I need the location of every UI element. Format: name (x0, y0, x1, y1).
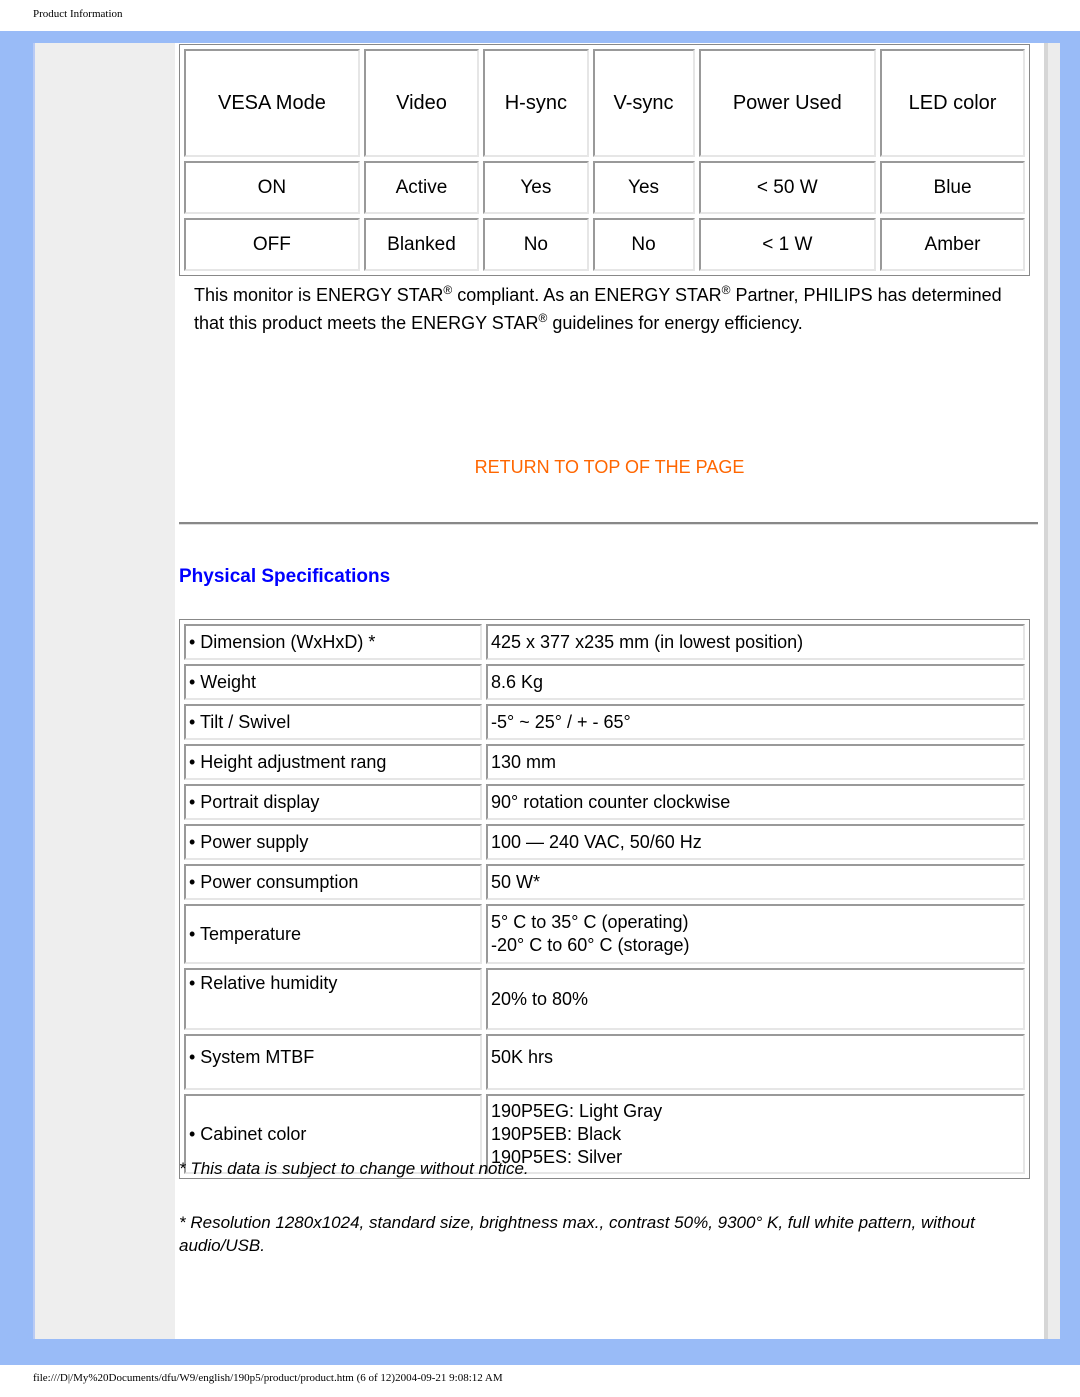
spec-row: • Height adjustment rang 130 mm (184, 744, 1025, 780)
table-cell: OFF (184, 218, 360, 271)
spec-value: 425 x 377 x235 mm (in lowest position) (486, 624, 1025, 660)
spec-label: • Dimension (WxHxD) * (184, 624, 482, 660)
table-cell: < 1 W (698, 218, 877, 271)
table-cell: Active (363, 161, 480, 214)
registered-mark: ® (538, 311, 548, 325)
spec-value-line: -20° C to 60° C (storage) (491, 935, 690, 955)
page-frame: VESA Mode Video H-sync V-sync Power Used… (0, 31, 1080, 1365)
header-h-sync: H-sync (483, 49, 589, 157)
header-video: Video (363, 49, 480, 157)
spec-row: • Portrait display 90° rotation counter c… (184, 784, 1025, 820)
spec-row: • System MTBF 50K hrs (184, 1034, 1025, 1090)
header-power-used: Power Used (698, 49, 877, 157)
table-cell: < 50 W (698, 161, 877, 214)
page-footer-path: file:///D|/My%20Documents/dfu/W9/english… (33, 1372, 503, 1384)
table-cell: ON (184, 161, 360, 214)
physical-specifications-table: • Dimension (WxHxD) * 425 x 377 x235 mm (… (179, 619, 1030, 1179)
table-cell: Blue (880, 161, 1025, 214)
spec-value: 90° rotation counter clockwise (486, 784, 1025, 820)
spec-value-line: 190P5EB: Black (491, 1123, 622, 1144)
spec-value-line: 190P5EG: Light Gray (491, 1100, 663, 1121)
table-row: ON Active Yes Yes < 50 W Blue (184, 161, 1025, 214)
table-cell: Yes (483, 161, 589, 214)
text: compliant. As an ENERGY STAR (452, 285, 722, 305)
spec-label: • Weight (184, 664, 482, 700)
registered-mark: ® (443, 283, 453, 297)
table-cell: No (483, 218, 589, 271)
scrollbar[interactable] (1044, 43, 1060, 1339)
disclaimer-note: * This data is subject to change without… (179, 1159, 529, 1178)
spec-label: • Power supply (184, 824, 482, 860)
header-led-color: LED color (880, 49, 1025, 157)
spec-row: • Tilt / Swivel -5° ~ 25° / + - 65° (184, 704, 1025, 740)
spec-label: • Power consumption (184, 864, 482, 900)
spec-value-line: 190P5ES: Silver (491, 1146, 623, 1167)
energy-star-paragraph: This monitor is ENERGY STAR® compliant. … (194, 281, 1014, 337)
section-divider (179, 522, 1038, 525)
table-cell: Yes (592, 161, 695, 214)
text: guidelines for energy efficiency. (547, 313, 803, 333)
table-header-row: VESA Mode Video H-sync V-sync Power Used… (184, 49, 1025, 157)
spec-value: -5° ~ 25° / + - 65° (486, 704, 1025, 740)
spec-label: • Relative humidity (184, 968, 482, 1030)
spec-row: • Power supply 100 — 240 VAC, 50/60 Hz (184, 824, 1025, 860)
spec-value: 5° C to 35° C (operating) -20° C to 60° C… (486, 904, 1025, 964)
header-vesa-mode: VESA Mode (184, 49, 360, 157)
table-cell: Amber (880, 218, 1025, 271)
spec-row: • Dimension (WxHxD) * 425 x 377 x235 mm (… (184, 624, 1025, 660)
page-header-title: Product Information (33, 8, 123, 20)
main-content: VESA Mode Video H-sync V-sync Power Used… (175, 43, 1044, 1339)
spec-label: • Temperature (184, 904, 482, 964)
header-v-sync: V-sync (592, 49, 695, 157)
spec-label: • System MTBF (184, 1034, 482, 1090)
spec-row: • Weight 8.6 Kg (184, 664, 1025, 700)
spec-value: 8.6 Kg (486, 664, 1025, 700)
spec-value: 20% to 80% (486, 968, 1025, 1030)
power-management-table: VESA Mode Video H-sync V-sync Power Used… (179, 44, 1030, 276)
table-cell: Blanked (363, 218, 480, 271)
left-sidebar (33, 43, 177, 1339)
spec-value: 50K hrs (486, 1034, 1025, 1090)
spec-label: • Tilt / Swivel (184, 704, 482, 740)
return-to-top-link[interactable]: RETURN TO TOP OF THE PAGE (175, 457, 1044, 478)
spec-value: 130 mm (486, 744, 1025, 780)
registered-mark: ® (721, 283, 731, 297)
physical-specifications-heading: Physical Specifications (179, 566, 391, 587)
text: This monitor is ENERGY STAR (194, 285, 444, 305)
table-row: OFF Blanked No No < 1 W Amber (184, 218, 1025, 271)
spec-row: • Power consumption 50 W* (184, 864, 1025, 900)
spec-label: • Height adjustment rang (184, 744, 482, 780)
spec-value: 100 — 240 VAC, 50/60 Hz (486, 824, 1025, 860)
spec-value: 50 W* (486, 864, 1025, 900)
spec-value: 190P5EG: Light Gray 190P5EB: Black 190P5ES… (486, 1094, 1025, 1174)
spec-row: • Relative humidity 20% to 80% (184, 968, 1025, 1030)
table-cell: No (592, 218, 695, 271)
spec-label: • Portrait display (184, 784, 482, 820)
spec-row: • Temperature 5° C to 35° C (operating) -2… (184, 904, 1025, 964)
measurement-note: * Resolution 1280x1024, standard size, b… (179, 1213, 975, 1255)
spec-value-line: 5° C to 35° C (operating) (491, 912, 689, 932)
